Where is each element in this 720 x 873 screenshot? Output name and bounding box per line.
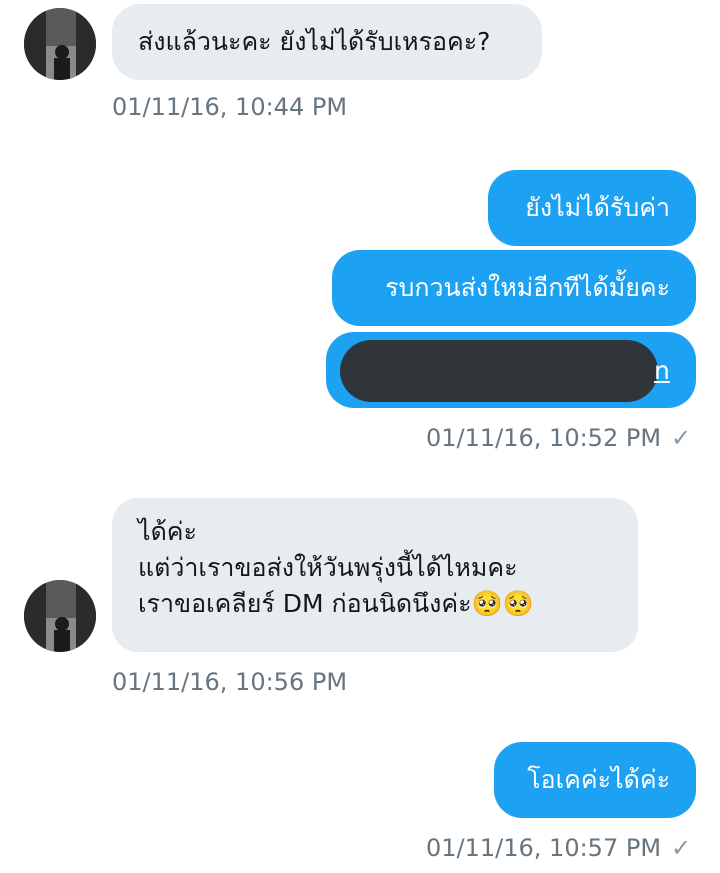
message-text: โอเคค่ะได้ค่ะ <box>527 765 670 794</box>
outgoing-message-bubble[interactable]: รบกวนส่งใหม่อีกทีได้มั้ยคะ <box>332 250 696 326</box>
avatar[interactable] <box>24 580 96 652</box>
checkmark-icon: ✓ <box>671 834 692 862</box>
message-timestamp: 01/11/16, 10:44 PM <box>112 93 348 121</box>
message-timestamp: 01/11/16, 10:52 PM ✓ <box>426 424 692 452</box>
outgoing-message-bubble[interactable]: โอเคค่ะได้ค่ะ <box>494 742 696 818</box>
message-text: ส่งแล้วนะคะ ยังไม่ได้รับเหรอคะ? <box>138 27 491 56</box>
checkmark-icon: ✓ <box>671 424 692 452</box>
message-text-line-1: ได้ค่ะ <box>138 517 197 546</box>
message-text-line-3: เราขอเคลียร์ DM ก่อนนิดนึงค่ะ🥺🥺 <box>138 589 534 618</box>
message-timestamp: 01/11/16, 10:57 PM ✓ <box>426 834 692 862</box>
message-timestamp: 01/11/16, 10:56 PM <box>112 668 348 696</box>
redacted-link-overlay <box>340 340 658 402</box>
outgoing-message-bubble[interactable]: ยังไม่ได้รับค่า <box>488 170 696 246</box>
incoming-message-bubble[interactable]: ส่งแล้วนะคะ ยังไม่ได้รับเหรอคะ? <box>112 4 542 80</box>
message-text: ยังไม่ได้รับค่า <box>525 193 670 222</box>
message-text-line-2: แต่ว่าเราขอส่งให้วันพรุ่งนี้ได้ไหมคะ <box>138 553 518 582</box>
link-text[interactable]: n <box>654 356 670 385</box>
avatar[interactable] <box>24 8 96 80</box>
message-text: รบกวนส่งใหม่อีกทีได้มั้ยคะ <box>385 273 670 302</box>
incoming-message-bubble[interactable]: ได้ค่ะ แต่ว่าเราขอส่งให้วันพรุ่งนี้ได้ไห… <box>112 498 638 652</box>
